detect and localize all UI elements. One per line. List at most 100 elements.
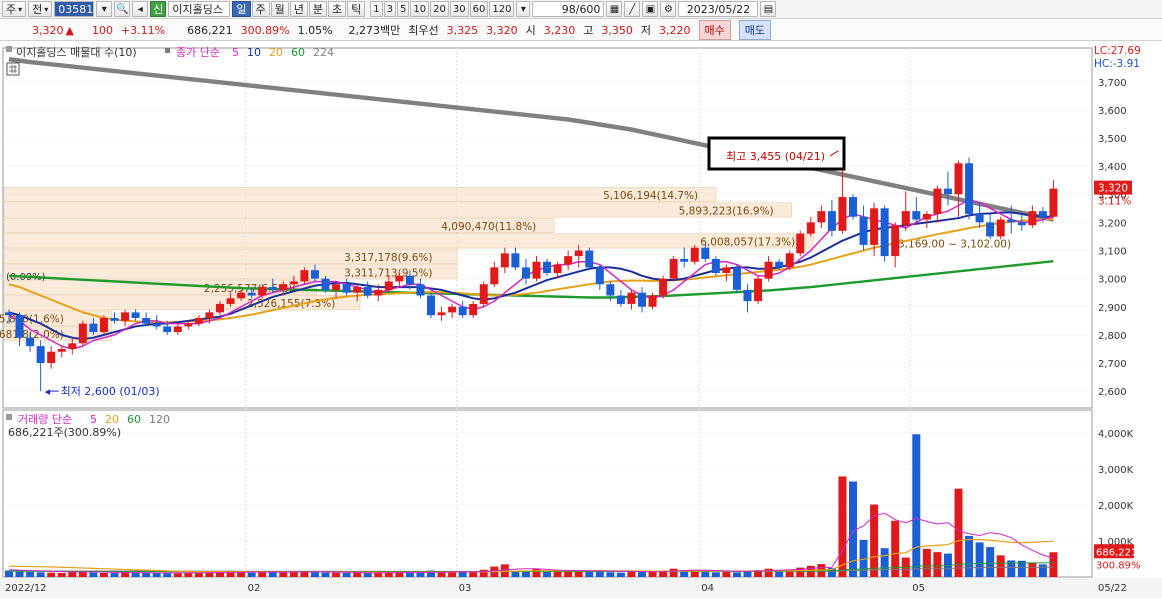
candle-body	[15, 315, 24, 338]
interval-tab-1[interactable]: 1	[370, 1, 383, 17]
buy-button[interactable]: 매수	[698, 20, 731, 40]
candle-body	[57, 348, 66, 352]
candle-body	[142, 318, 151, 324]
volume-profile-bar	[3, 233, 814, 249]
candle-body	[796, 233, 805, 254]
best-quote-label: 최우선	[408, 24, 439, 37]
dropdown-arrow-icon[interactable]: ▾	[96, 1, 113, 17]
price-tick-label: 3,200	[1098, 218, 1127, 229]
candle-body	[553, 264, 562, 273]
volume-bar	[912, 434, 921, 577]
volume-bar	[891, 520, 900, 577]
candle-body	[99, 318, 108, 333]
gear-icon[interactable]: ⚙	[660, 1, 677, 17]
x-axis-band	[0, 578, 1162, 598]
period-tab-1[interactable]: 주	[251, 1, 270, 17]
candle-body	[595, 267, 604, 285]
ma-legend-period-60: 60	[291, 46, 305, 59]
stock-code-input[interactable]: 035810	[54, 1, 100, 17]
candle-body	[184, 323, 193, 327]
candle-body	[1038, 211, 1047, 217]
date-field[interactable]: 2023/05/22	[678, 1, 759, 17]
candle-body	[437, 312, 446, 316]
price-tick-label: 3,700	[1098, 78, 1127, 89]
sell-button[interactable]: 매도	[738, 20, 772, 40]
price-tick-label: 2,700	[1098, 359, 1127, 370]
candle-body	[574, 250, 583, 257]
search-icon[interactable]: 🔍	[114, 1, 131, 17]
period-tab-3[interactable]: 년	[289, 1, 308, 17]
jeon-select[interactable]: 전 ▾	[28, 1, 53, 17]
candle-body	[616, 295, 625, 304]
candle-body	[817, 211, 826, 223]
chevron-down-icon: ▾	[18, 4, 23, 14]
volume-bar	[57, 573, 66, 577]
chart-settings-icon[interactable]: ▦	[606, 1, 623, 17]
candle-body	[922, 213, 931, 220]
volume-bar	[701, 571, 710, 577]
volume-legend-period-120: 120	[149, 413, 170, 426]
interval-dropdown-icon[interactable]: ▾	[516, 1, 531, 17]
save-icon[interactable]: ▣	[642, 1, 659, 17]
volume-bar	[448, 571, 457, 577]
volume-tick-label: 3,000K	[1098, 465, 1134, 476]
period-tab-5[interactable]: 초	[328, 1, 347, 17]
candle-body	[669, 258, 678, 279]
price-tick-label: 3,100	[1098, 247, 1127, 258]
stock-chart[interactable]: 2022/12 02 03 04 05 05/22 3,700 3,600 3,500 3,400…	[0, 42, 1162, 599]
ma-legend-period-20: 20	[269, 46, 283, 59]
volume-bar	[669, 568, 678, 577]
volume-bar	[469, 571, 478, 577]
period-tab-4[interactable]: 분	[308, 1, 328, 17]
candle-body	[247, 292, 256, 296]
period-tab-0[interactable]: 일	[232, 1, 251, 17]
interval-tab-30[interactable]: 30	[449, 1, 469, 17]
x-tick-label: 04	[701, 583, 714, 594]
interval-tab-60[interactable]: 60	[469, 1, 489, 17]
candle-body	[395, 275, 404, 282]
volume-bar	[722, 571, 731, 577]
volume-handle-icon	[6, 414, 12, 420]
candle-body	[216, 303, 224, 313]
candle-body	[943, 188, 952, 195]
data-count-field[interactable]: 98/600	[532, 1, 605, 17]
price-tick-label: 2,900	[1098, 303, 1127, 314]
volume-bar	[437, 572, 446, 577]
candle-body	[901, 211, 910, 226]
candle-body	[838, 197, 847, 231]
interval-tab-3[interactable]: 3	[383, 1, 397, 17]
speaker-icon[interactable]: ◂	[132, 1, 149, 17]
candle-body	[405, 275, 414, 285]
period-tab-2[interactable]: 월	[270, 1, 289, 17]
volume-bar	[543, 571, 552, 577]
high-label: 고	[583, 24, 594, 37]
volume-bar	[152, 573, 161, 577]
candle-body	[870, 208, 879, 245]
low-annotation: 최저 2,600 (01/03)	[61, 385, 160, 398]
interval-tab-120[interactable]: 120	[489, 1, 515, 17]
volume-bar	[416, 573, 425, 577]
candle-body	[1028, 211, 1037, 226]
volume-bar	[332, 572, 341, 577]
draw-tool-icon[interactable]: ╱	[624, 1, 641, 17]
current-price-label: 3,320	[1098, 183, 1128, 195]
volume-bar	[606, 572, 615, 577]
market-select[interactable]: 주 ▾	[2, 1, 27, 17]
price-tick-label: 3,600	[1098, 106, 1127, 117]
interval-tab-10[interactable]: 10	[410, 1, 430, 17]
interval-tab-5[interactable]: 5	[397, 1, 410, 17]
candle-body	[163, 326, 172, 333]
interval-tabs: 1 3 5 10 20 30 60 120	[370, 1, 515, 17]
turnover-rate: 1.05%	[297, 23, 333, 37]
candle-body	[806, 222, 815, 234]
volume-bar	[99, 573, 108, 577]
period-tab-6[interactable]: 틱	[347, 1, 366, 17]
volume-tick-label: 2,000K	[1098, 501, 1134, 512]
volume-bar	[732, 572, 741, 577]
volume-bar	[500, 564, 509, 577]
calendar-icon[interactable]: ▤	[760, 1, 777, 17]
candle-body	[880, 208, 889, 257]
interval-tab-20[interactable]: 20	[430, 1, 449, 17]
high-annotation: 최고 3,455 (04/21)	[726, 150, 825, 163]
candle-body	[300, 270, 309, 282]
